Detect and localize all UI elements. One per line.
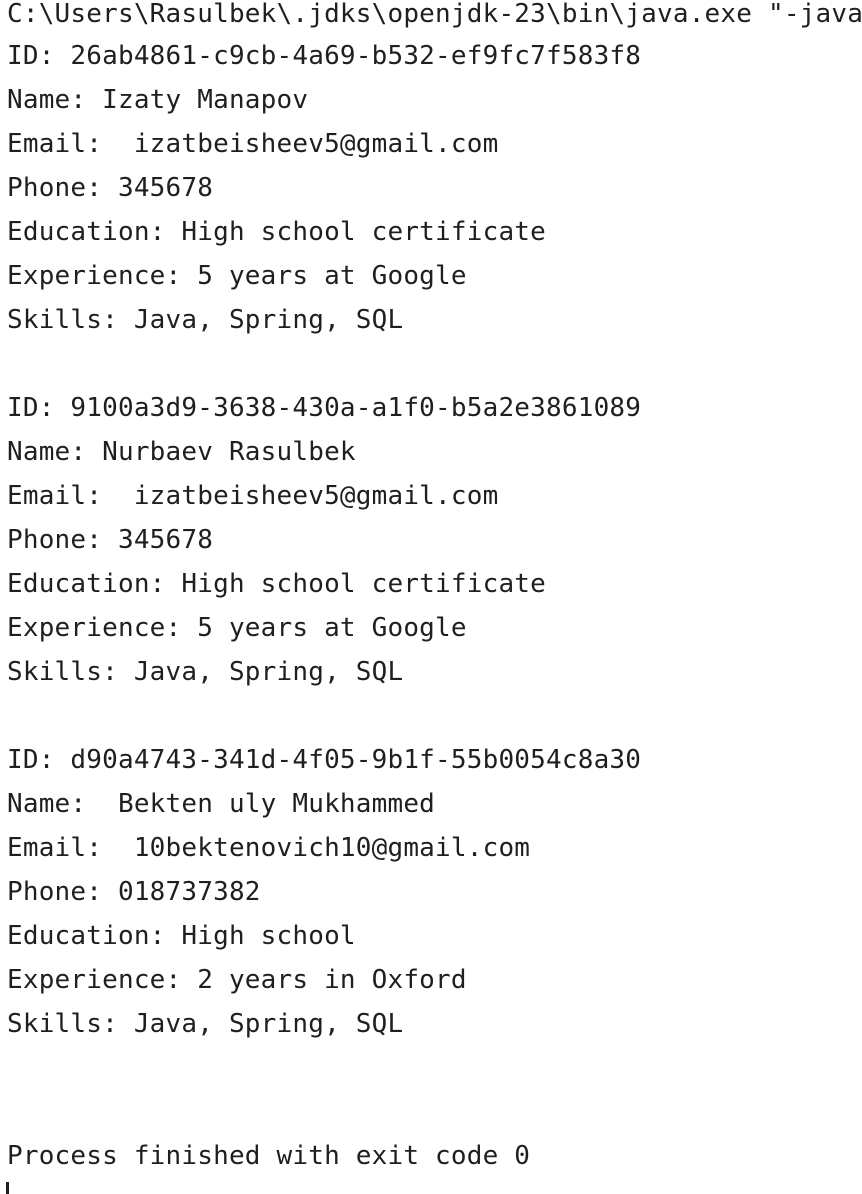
- record-experience: Experience: 2 years in Oxford: [7, 965, 467, 995]
- text-caret: [6, 1182, 9, 1194]
- record-name: Name: Bekten uly Mukhammed: [7, 789, 436, 819]
- exit-message: Process finished with exit code 0: [7, 1141, 531, 1171]
- command-line: C:\Users\Rasulbek\.jdks\openjdk-23\bin\j…: [7, 0, 862, 29]
- record-name: Name: Izaty Manapov: [7, 85, 309, 115]
- record-email: Email: izatbeisheev5@gmail.com: [7, 481, 499, 511]
- record-skills: Skills: Java, Spring, SQL: [7, 305, 404, 335]
- record-email: Email: izatbeisheev5@gmail.com: [7, 129, 499, 159]
- record-id: ID: d90a4743-341d-4f05-9b1f-55b0054c8a30: [7, 745, 642, 775]
- record-email: Email: 10bektenovich10@gmail.com: [7, 833, 531, 863]
- record-experience: Experience: 5 years at Google: [7, 613, 467, 643]
- record-education: Education: High school certificate: [7, 217, 547, 247]
- record-skills: Skills: Java, Spring, SQL: [7, 657, 404, 687]
- record-phone: Phone: 345678: [7, 173, 214, 203]
- record-phone: Phone: 018737382: [7, 877, 261, 907]
- console-output[interactable]: C:\Users\Rasulbek\.jdks\openjdk-23\bin\j…: [0, 0, 862, 1194]
- record-education: Education: High school certificate: [7, 569, 547, 599]
- record-name: Name: Nurbaev Rasulbek: [7, 437, 356, 467]
- record-experience: Experience: 5 years at Google: [7, 261, 467, 291]
- record-id: ID: 9100a3d9-3638-430a-a1f0-b5a2e3861089: [7, 393, 642, 423]
- record-phone: Phone: 345678: [7, 525, 214, 555]
- record-skills: Skills: Java, Spring, SQL: [7, 1009, 404, 1039]
- record-id: ID: 26ab4861-c9cb-4a69-b532-ef9fc7f583f8: [7, 41, 642, 71]
- record-education: Education: High school: [7, 921, 356, 951]
